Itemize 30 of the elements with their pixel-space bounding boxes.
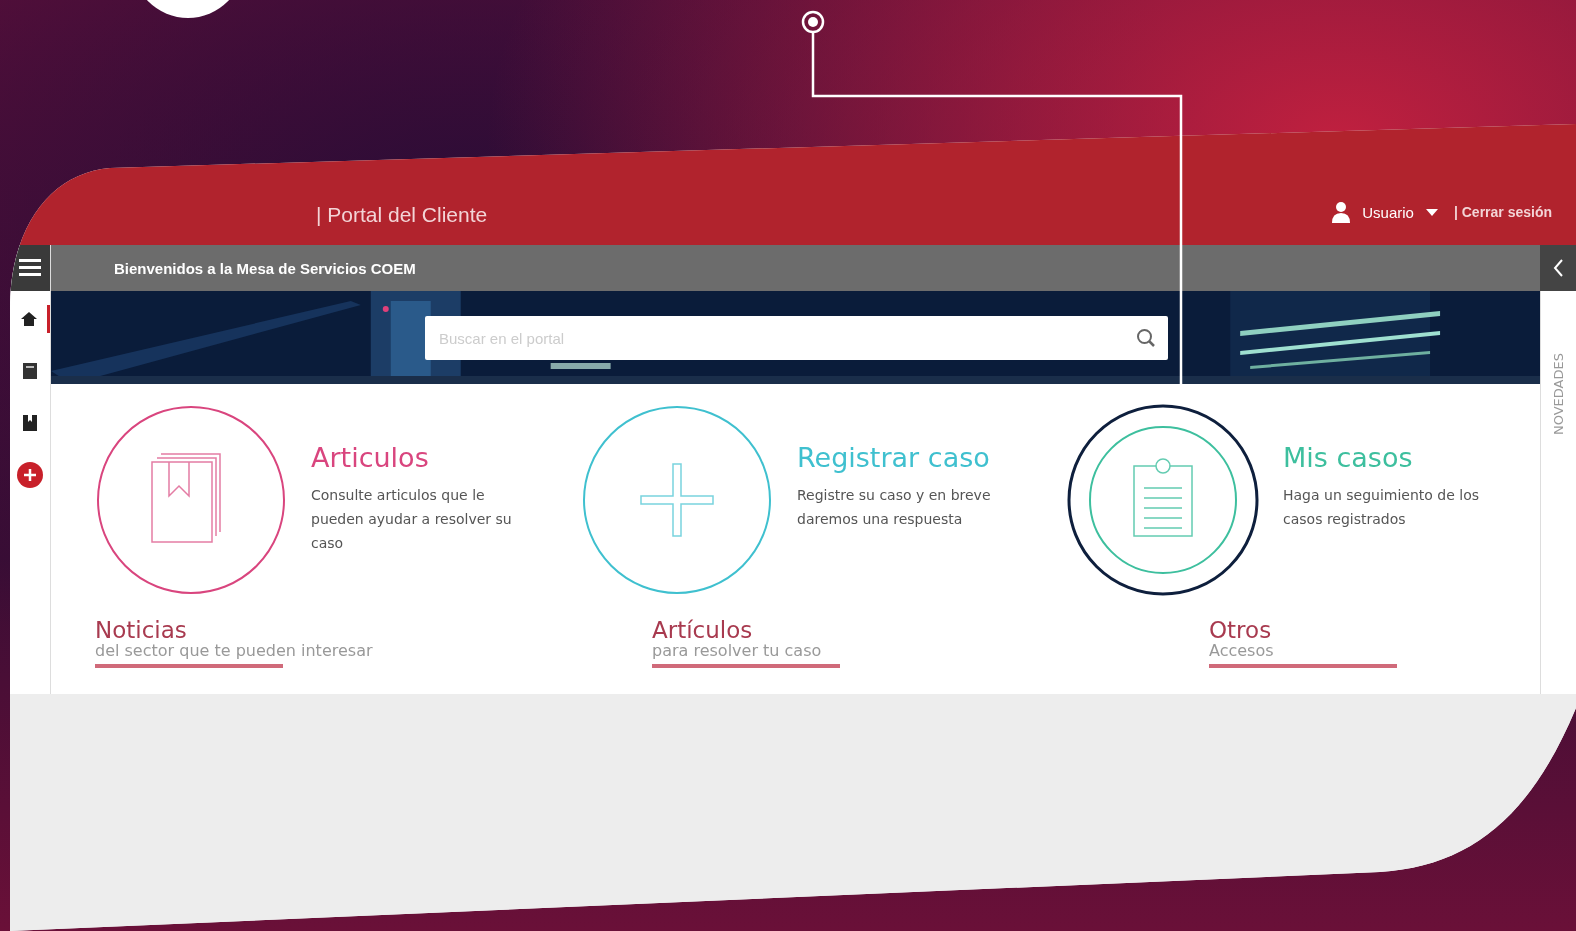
- chevron-left-icon[interactable]: [1553, 259, 1563, 277]
- section-title: Artículos: [652, 618, 754, 642]
- section-subtitle: del sector que te pueden interesar: [95, 642, 374, 660]
- clipboard-icon[interactable]: [1067, 404, 1259, 596]
- section-title: Otros: [1209, 618, 1273, 642]
- add-icon[interactable]: [17, 462, 43, 488]
- portal-title: | Portal del Cliente: [316, 203, 488, 227]
- card-description: Registre su caso y en breve daremos una respuesta: [797, 486, 992, 529]
- card-title[interactable]: Registrar caso: [797, 442, 1027, 473]
- menu-icon[interactable]: [19, 259, 41, 277]
- section-subtitle: para resolver tu caso: [652, 642, 823, 660]
- marker-icon: [801, 10, 825, 34]
- document-icon[interactable]: [23, 363, 37, 379]
- section-title: Noticias: [95, 618, 188, 642]
- collapse-button[interactable]: [1540, 245, 1576, 291]
- home-icon[interactable]: [20, 312, 37, 326]
- welcome-text: Bienvenidos a la Mesa de Servicios COEM: [114, 259, 416, 277]
- book-icon[interactable]: [23, 415, 37, 431]
- card-title[interactable]: Mis casos: [1283, 442, 1513, 473]
- user-icon: [1332, 201, 1351, 223]
- caret-icon[interactable]: [1425, 208, 1438, 216]
- news-tab[interactable]: NOVEDADES: [1551, 315, 1566, 435]
- user-name[interactable]: Usuario: [1362, 203, 1414, 221]
- card-description: Consulte articulos que le pueden ayudar a resolver su caso: [311, 486, 513, 553]
- logout-link[interactable]: | Cerrar sesión: [1453, 204, 1552, 220]
- search-icon[interactable]: [1136, 328, 1156, 348]
- menu-button[interactable]: [10, 245, 50, 291]
- section-subtitle: Accesos: [1209, 642, 1275, 660]
- card-title[interactable]: Articulos: [311, 442, 541, 473]
- card-description: Haga un seguimiento de los casos registrados: [1283, 486, 1480, 529]
